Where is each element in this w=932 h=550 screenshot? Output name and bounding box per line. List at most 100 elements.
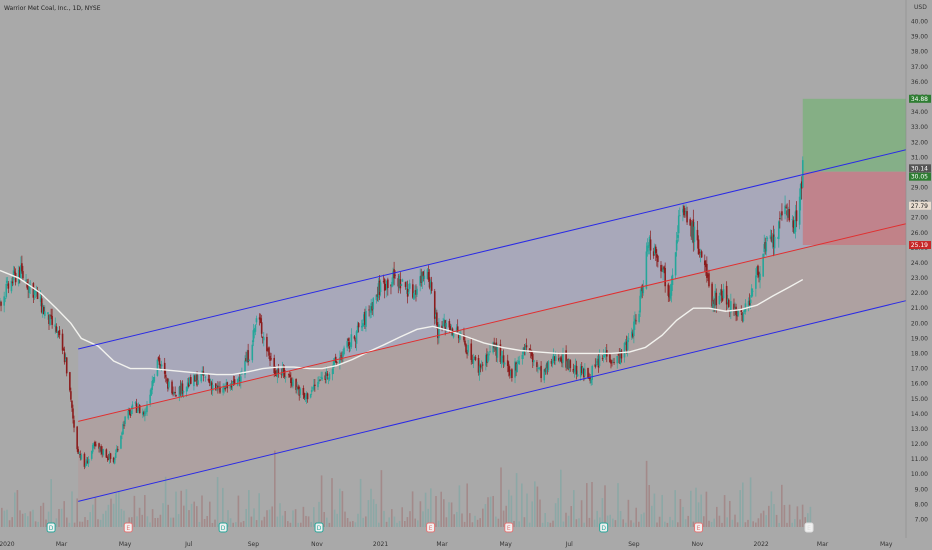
candle-body <box>751 290 754 292</box>
candle-body <box>240 376 242 383</box>
volume-bar <box>339 488 341 527</box>
candle-body <box>798 196 801 225</box>
price-tick-label: 18.00 <box>911 350 928 357</box>
volume-bar <box>445 517 448 527</box>
volume-bar <box>796 506 799 527</box>
candle-body <box>340 355 342 357</box>
price-tick-label: 11.00 <box>911 456 928 463</box>
candle-body <box>372 298 375 310</box>
volume-bar <box>50 479 52 527</box>
candle-body <box>737 310 739 316</box>
volume-bar <box>203 519 206 527</box>
candle-body <box>400 284 403 286</box>
volume-bar <box>645 460 648 527</box>
volume-bar <box>484 504 487 527</box>
candle-body <box>394 274 396 276</box>
candle-body <box>69 372 71 391</box>
volume-bar <box>573 490 575 527</box>
volume-bar <box>500 467 502 527</box>
candle-body <box>84 465 87 467</box>
candle-body <box>62 349 65 351</box>
candle-body <box>781 211 783 216</box>
volume-bar <box>656 522 658 527</box>
time-tick-label: Sep <box>248 541 260 548</box>
volume-bar <box>742 482 744 527</box>
event-marker[interactable]: E <box>694 522 704 533</box>
candle-body <box>379 282 382 293</box>
volume-bar <box>755 522 757 527</box>
volume-bar <box>235 522 237 527</box>
price-axis[interactable]: 7.00 8.00 9.00 10.00 11.00 12.00 13.00 14.00 15.… <box>905 0 932 550</box>
candle-body <box>436 312 438 326</box>
volume-bar <box>367 500 370 527</box>
candle-body <box>168 381 170 388</box>
time-tick-label: Mar <box>436 541 448 548</box>
time-axis[interactable]: 2020 Mar May Jul Sep Nov 2021 Mar May Jul Sep Nov 20… <box>0 538 932 550</box>
time-tick-label: Mar <box>56 541 68 548</box>
volume-bar <box>378 522 380 527</box>
candle-body <box>584 369 586 376</box>
price-tick-label: 24.00 <box>911 260 928 267</box>
candle-body <box>211 384 214 391</box>
candle-body <box>613 362 615 363</box>
candle-body <box>675 240 678 251</box>
candle-body <box>676 234 679 238</box>
volume-bar <box>414 518 416 527</box>
event-marker[interactable]: E <box>504 522 514 533</box>
volume-bar <box>86 520 89 527</box>
volume-bar <box>560 469 562 527</box>
volume-bar <box>188 510 190 527</box>
volume-bar <box>783 504 786 527</box>
candle-body <box>503 362 506 365</box>
volume-bar <box>19 510 21 527</box>
volume-bar <box>193 501 195 527</box>
volume-bar <box>562 521 565 527</box>
candle-body <box>105 449 108 458</box>
candle-body <box>575 365 578 375</box>
volume-bar <box>370 488 372 527</box>
volume-bar <box>222 487 224 527</box>
candle-body <box>720 289 723 296</box>
volume-bar <box>471 522 474 527</box>
event-marker[interactable]: E <box>123 522 133 533</box>
time-tick-label: May <box>119 541 132 548</box>
candle-body <box>467 344 469 353</box>
event-marker[interactable]: E <box>804 522 814 533</box>
volume-bar <box>287 521 289 527</box>
candle-body <box>115 448 118 453</box>
volume-bar <box>749 477 752 527</box>
candle-body <box>708 273 710 287</box>
candle-body <box>368 309 370 311</box>
event-marker[interactable]: D <box>46 522 56 533</box>
candle-body <box>51 315 53 325</box>
volume-bar <box>518 521 520 527</box>
candle-body <box>645 251 648 289</box>
candle-body <box>466 352 468 355</box>
volume-bar <box>84 517 86 527</box>
candle-body <box>146 405 148 413</box>
volume-bar <box>450 502 453 527</box>
volume-bar <box>692 521 695 527</box>
candle-body <box>346 341 348 348</box>
candle-body <box>106 457 109 458</box>
volume-bar <box>794 519 796 527</box>
volume-bar <box>523 517 526 527</box>
event-marker[interactable]: E <box>426 522 436 533</box>
volume-bar <box>21 513 24 527</box>
event-marker-label: E <box>697 525 701 532</box>
event-marker[interactable]: D <box>314 522 324 533</box>
price-tick-label: 26.00 <box>911 230 928 237</box>
event-marker[interactable]: D <box>218 522 228 533</box>
candle-body <box>677 215 680 234</box>
event-marker[interactable]: D <box>599 522 609 533</box>
candle-body <box>766 238 769 239</box>
volume-bar <box>705 491 708 527</box>
candle-body <box>251 344 254 361</box>
volume-bar <box>180 490 182 527</box>
price-chart[interactable]: 7.00 8.00 9.00 10.00 11.00 12.00 13.00 14.00 15.… <box>0 0 932 550</box>
candle-body <box>693 226 696 242</box>
volume-bar <box>736 522 739 527</box>
candle-body <box>248 360 250 361</box>
volume-bar <box>526 493 528 527</box>
volume-bar <box>16 490 19 527</box>
